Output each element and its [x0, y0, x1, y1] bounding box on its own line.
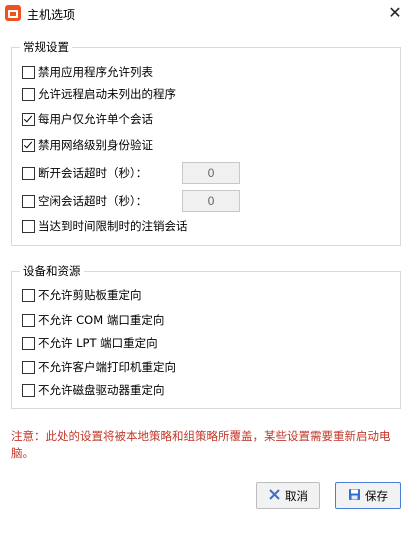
title-bar: 主机选项 ✕	[0, 0, 413, 28]
policy-notice: 注意：此处的设置将被本地策略和组策略所覆盖，某些设置需要重新启动电脑。	[11, 429, 391, 460]
option-label: 不允许剪贴板重定向	[38, 288, 142, 302]
option-no-clipboard-redirect[interactable]: 不允许剪贴板重定向	[22, 287, 142, 303]
app-icon	[5, 5, 21, 21]
save-icon	[348, 488, 361, 504]
option-disable-allowlist[interactable]: 禁用应用程序允许列表	[22, 64, 153, 80]
option-logoff-on-time-limit[interactable]: 当达到时间限制时的注销会话	[22, 218, 188, 234]
close-button[interactable]: ✕	[384, 3, 406, 23]
cancel-button-label: 取消	[285, 488, 308, 503]
idle-timeout-input[interactable]: 0	[182, 190, 240, 212]
option-label: 不允许客户端打印机重定向	[38, 360, 176, 374]
option-label: 禁用网络级别身份验证	[38, 138, 153, 152]
option-no-drive-redirect[interactable]: 不允许磁盘驱动器重定向	[22, 382, 165, 398]
option-label: 不允许 COM 端口重定向	[38, 313, 165, 327]
option-single-session-per-user[interactable]: 每用户仅允许单个会话	[22, 111, 153, 127]
checkbox[interactable]	[22, 336, 35, 350]
checkbox-checked[interactable]	[22, 138, 35, 152]
devices-resources-group: 设备和资源 不允许剪贴板重定向 不允许 COM 端口重定向 不允许 LPT 端口…	[11, 263, 401, 409]
checkbox[interactable]	[22, 313, 35, 327]
option-disconnect-timeout[interactable]: 断开会话超时（秒）：	[22, 165, 147, 181]
option-no-com-redirect[interactable]: 不允许 COM 端口重定向	[22, 312, 164, 328]
checkbox[interactable]	[22, 194, 35, 208]
save-button-label: 保存	[365, 488, 388, 503]
option-label: 不允许 LPT 端口重定向	[38, 336, 158, 350]
window-title: 主机选项	[27, 8, 76, 22]
option-label: 允许远程启动未列出的程序	[38, 87, 176, 101]
option-label: 不允许磁盘驱动器重定向	[38, 383, 165, 397]
cancel-button[interactable]: 取消	[256, 482, 320, 509]
option-no-printer-redirect[interactable]: 不允许客户端打印机重定向	[22, 359, 176, 375]
checkbox[interactable]	[22, 360, 35, 374]
checkbox[interactable]	[22, 219, 35, 233]
option-no-lpt-redirect[interactable]: 不允许 LPT 端口重定向	[22, 335, 158, 351]
option-label: 空闲会话超时（秒）：	[38, 194, 148, 208]
checkbox[interactable]	[22, 87, 35, 101]
option-disable-nla[interactable]: 禁用网络级别身份验证	[22, 137, 153, 153]
option-idle-timeout[interactable]: 空闲会话超时（秒）：	[22, 193, 147, 209]
devices-resources-legend: 设备和资源	[20, 263, 84, 279]
checkbox[interactable]	[22, 288, 35, 302]
option-label: 断开会话超时（秒）：	[38, 166, 148, 180]
checkbox-checked[interactable]	[22, 112, 35, 126]
checkbox[interactable]	[22, 65, 35, 79]
option-label: 禁用应用程序允许列表	[38, 65, 153, 79]
checkbox[interactable]	[22, 383, 35, 397]
checkbox[interactable]	[22, 166, 35, 180]
general-settings-group: 常规设置 禁用应用程序允许列表 允许远程启动未列出的程序 每用户仅允许单个会话 …	[11, 39, 401, 246]
save-button[interactable]: 保存	[335, 482, 401, 509]
option-label: 当达到时间限制时的注销会话	[38, 219, 188, 233]
disconnect-timeout-input[interactable]: 0	[182, 162, 240, 184]
option-allow-unlisted-programs[interactable]: 允许远程启动未列出的程序	[22, 86, 176, 102]
general-settings-legend: 常规设置	[20, 39, 72, 55]
option-label: 每用户仅允许单个会话	[38, 112, 153, 126]
close-icon	[268, 488, 281, 504]
